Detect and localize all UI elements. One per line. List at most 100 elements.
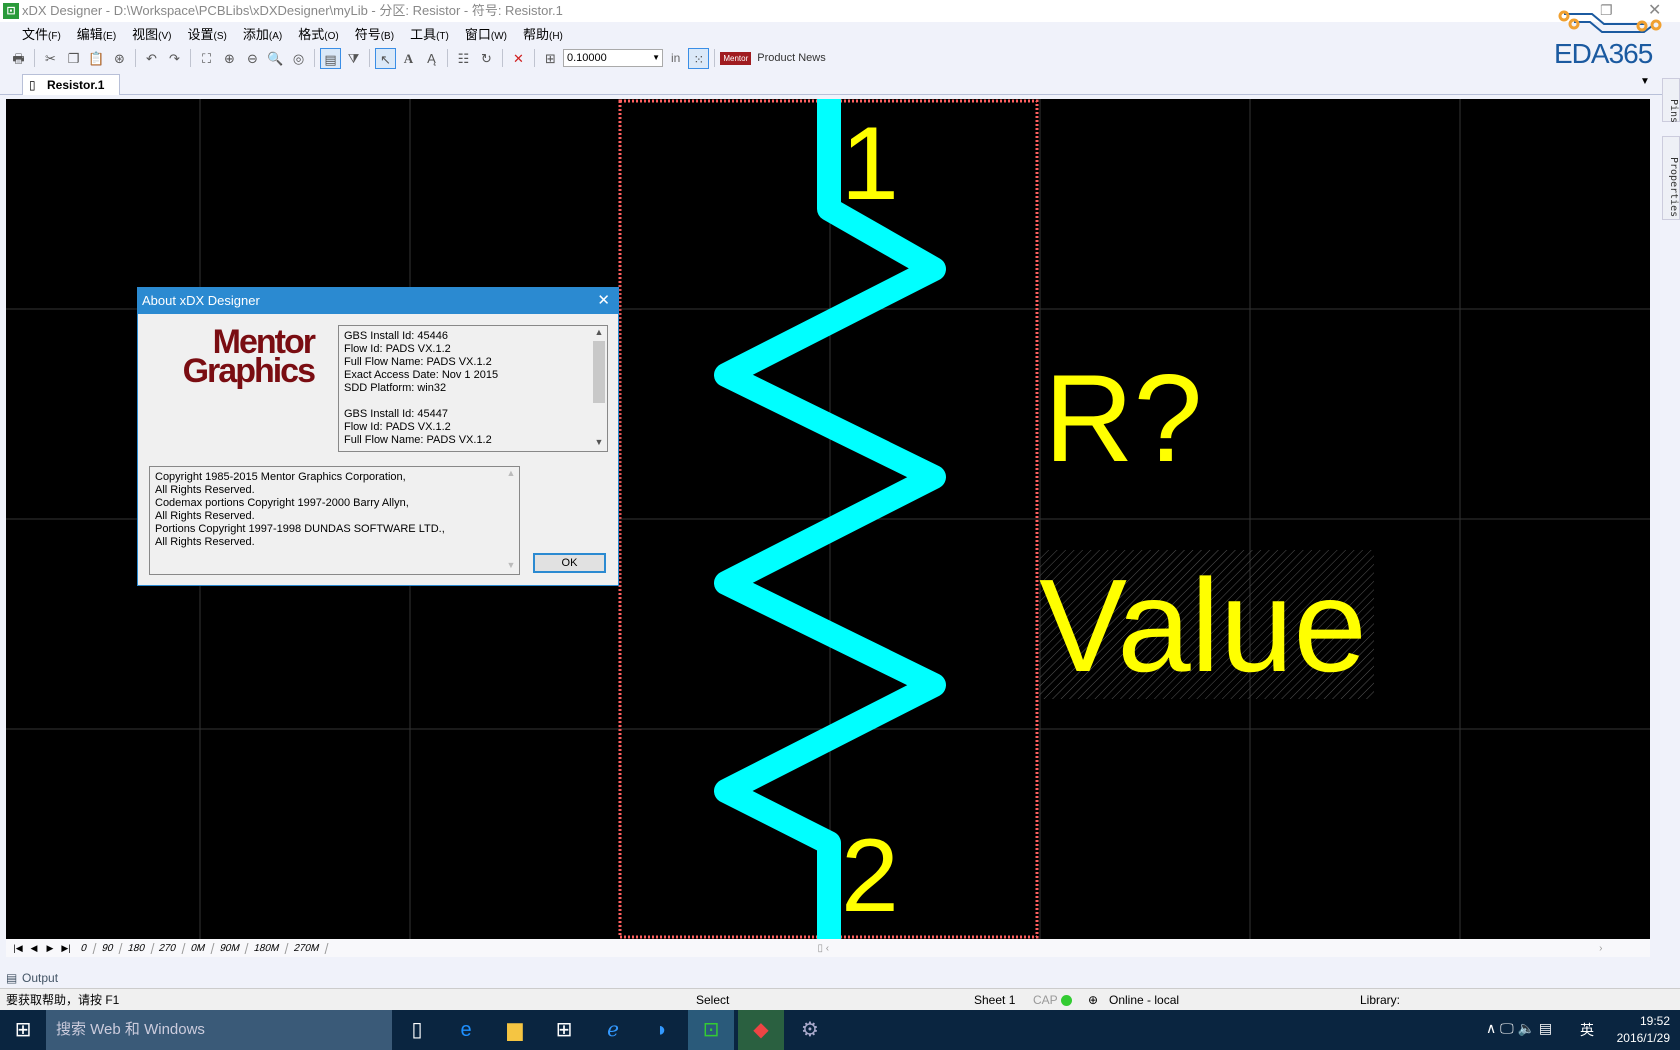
zoom-out-icon[interactable]: ⊖ xyxy=(242,48,263,69)
next-icon[interactable]: ▶ xyxy=(42,943,58,954)
settings-app-icon[interactable]: ⚙ xyxy=(787,1010,833,1050)
ime-indicator[interactable]: 英 xyxy=(1580,1020,1594,1040)
text-line: Copyright 1985-2015 Mentor Graphics Corp… xyxy=(155,471,406,483)
mentor-logo-icon[interactable]: Mentor xyxy=(720,51,752,65)
properties-icon[interactable]: ▤ xyxy=(320,47,341,69)
status-sheet: Sheet 1 xyxy=(974,993,1016,1007)
select-pointer-icon[interactable]: ↖ xyxy=(375,47,396,69)
zoom-icon[interactable]: 🔍 xyxy=(265,48,286,69)
print-icon[interactable]: 🖶 xyxy=(8,48,29,69)
menu-accelerator: (F) xyxy=(48,31,61,42)
menu-4[interactable]: 添加(A) xyxy=(235,24,290,43)
task-view-icon[interactable]: ▯ xyxy=(394,1010,440,1050)
xdx-designer-taskbar-icon[interactable]: ⊡ xyxy=(688,1010,734,1050)
app-icon-red[interactable]: ◆ xyxy=(738,1010,784,1050)
menu-6[interactable]: 符号(B) xyxy=(347,24,402,43)
text-line: Full Flow Name: PADS VX.1.2 xyxy=(344,356,492,368)
install-info-box[interactable]: GBS Install Id: 45446 Flow Id: PADS VX.1.… xyxy=(338,325,608,452)
cut-icon[interactable]: ✂ xyxy=(40,48,61,69)
grid-snap-icon[interactable]: ⊞ xyxy=(540,48,561,69)
filter-icon[interactable]: ⧩ xyxy=(343,48,364,69)
side-tab-properties[interactable]: Properties xyxy=(1662,136,1680,220)
system-tray-icons[interactable]: ∧ 🖵 🔈 ▤ xyxy=(1486,1020,1552,1037)
rotation-tab[interactable]: 270M xyxy=(285,942,329,954)
undo-icon[interactable]: ↶ xyxy=(141,48,162,69)
refdes-label[interactable]: R? xyxy=(1044,350,1203,488)
prev-icon[interactable]: ◀ xyxy=(26,943,42,954)
delete-icon[interactable]: ✕ xyxy=(508,48,529,69)
product-news-button[interactable]: Product News xyxy=(757,52,825,64)
menu-label: 工具 xyxy=(410,27,437,42)
store-icon[interactable]: ⊞ xyxy=(541,1010,587,1050)
dialog-close-button[interactable]: ✕ xyxy=(597,288,610,314)
rotation-tab[interactable]: 180M xyxy=(245,942,289,954)
right-side-panel: Pins Properties xyxy=(1662,76,1680,976)
grid-size-dropdown[interactable]: 0.10000 ▼ xyxy=(563,49,663,67)
rotation-tab[interactable]: 0 xyxy=(72,942,97,954)
zoom-fit-icon[interactable]: ⛶ xyxy=(196,48,217,69)
text-icon[interactable]: A xyxy=(398,48,419,69)
tab-list-dropdown-icon[interactable]: ▼ xyxy=(1640,76,1650,87)
taskbar-search[interactable]: 搜索 Web 和 Windows xyxy=(46,1010,392,1050)
paste-icon[interactable]: 📋 xyxy=(86,48,107,69)
clock[interactable]: 19:52 2016/1/29 xyxy=(1608,1013,1670,1047)
menu-9[interactable]: 帮助(H) xyxy=(515,24,571,43)
rotate-icon[interactable]: ↻ xyxy=(476,48,497,69)
file-explorer-icon[interactable]: ▆ xyxy=(492,1010,538,1050)
last-icon[interactable]: ▶| xyxy=(58,943,74,954)
horizontal-scrollbar[interactable]: ▯ ‹ xyxy=(817,943,829,954)
first-icon[interactable]: |◀ xyxy=(10,943,26,954)
status-help: 要获取帮助，请按 F1 xyxy=(6,993,120,1007)
output-tab[interactable]: ▤ Output xyxy=(4,968,58,988)
menu-8[interactable]: 窗口(W) xyxy=(457,24,515,43)
scroll-right-icon[interactable]: › xyxy=(1599,943,1602,954)
windows-start-icon[interactable]: ⊞ xyxy=(0,1010,46,1050)
zoom-previous-icon[interactable]: ◎ xyxy=(288,48,309,69)
rotation-tab-bar: |◀ ◀ ▶ ▶| 0 90 180 270 0M 90M 180M 270M ▯ ‹ › xyxy=(6,939,1650,957)
mentor-graphics-logo: Mentor Graphics xyxy=(182,323,316,390)
grid-display-icon[interactable]: ⁙ xyxy=(688,47,710,69)
text-line: Exact Access Date: Nov 1 2015 xyxy=(344,369,499,381)
value-label[interactable]: Value xyxy=(1039,552,1367,699)
pin-1-label[interactable]: 1 xyxy=(841,106,899,222)
status-bar: 要获取帮助，请按 F1 Select Sheet 1 CAP ⊕ Online … xyxy=(0,988,1680,1029)
menu-3[interactable]: 设置(S) xyxy=(180,24,235,43)
info-scrollbar[interactable]: ▲ ▼ xyxy=(591,326,607,451)
side-tab-pins[interactable]: Pins xyxy=(1662,78,1680,123)
menu-accelerator: (E) xyxy=(102,31,117,42)
menu-label: 添加 xyxy=(242,27,269,42)
rotation-tab[interactable]: 90M xyxy=(211,942,249,954)
find-icon[interactable]: ⊛ xyxy=(109,48,130,69)
menu-1[interactable]: 编辑(E) xyxy=(69,24,124,43)
output-tab-label: Output xyxy=(22,971,59,985)
tab-resistor-1[interactable]: ▯ Resistor.1 × xyxy=(22,74,120,112)
menu-2[interactable]: 视图(V) xyxy=(124,24,179,43)
ok-button[interactable]: OK xyxy=(533,553,606,573)
add-pin-icon[interactable]: Ą xyxy=(421,48,442,69)
eda365-logo-icon xyxy=(1558,10,1662,33)
menu-0[interactable]: 文件(F) xyxy=(14,24,69,43)
copy-icon[interactable]: ❐ xyxy=(63,48,84,69)
document-tab-row xyxy=(0,71,1680,95)
online-indicator-icon xyxy=(1061,995,1072,1006)
menu-accelerator: (H) xyxy=(549,31,563,42)
menu-accelerator: (V) xyxy=(158,31,172,42)
dialog-title: About xDX Designer xyxy=(142,293,260,308)
pin-2-label[interactable]: 2 xyxy=(841,818,899,934)
ie-icon[interactable]: ℯ xyxy=(590,1010,636,1050)
rotation-tab[interactable]: 270 xyxy=(150,942,186,954)
copyright-scrollbar[interactable]: ▲ ▼ xyxy=(503,467,519,574)
copyright-box[interactable]: Copyright 1985-2015 Mentor Graphics Corp… xyxy=(149,466,520,575)
rotation-tab[interactable]: 180 xyxy=(119,942,154,954)
dialog-title-bar: About xDX Designer ✕ xyxy=(138,288,618,314)
menu-5[interactable]: 格式(O) xyxy=(290,24,346,43)
redo-icon[interactable]: ↷ xyxy=(164,48,185,69)
zoom-in-icon[interactable]: ⊕ xyxy=(219,48,240,69)
menu-label: 符号 xyxy=(354,27,381,42)
rotation-tab[interactable]: 0M xyxy=(182,942,215,954)
align-icon[interactable]: ☷ xyxy=(453,48,474,69)
edge-icon[interactable]: e xyxy=(443,1010,489,1050)
menu-7[interactable]: 工具(T) xyxy=(402,24,457,43)
app-icon-blue[interactable]: ◗ xyxy=(639,1010,685,1050)
rotation-tab[interactable]: 90 xyxy=(93,942,123,954)
